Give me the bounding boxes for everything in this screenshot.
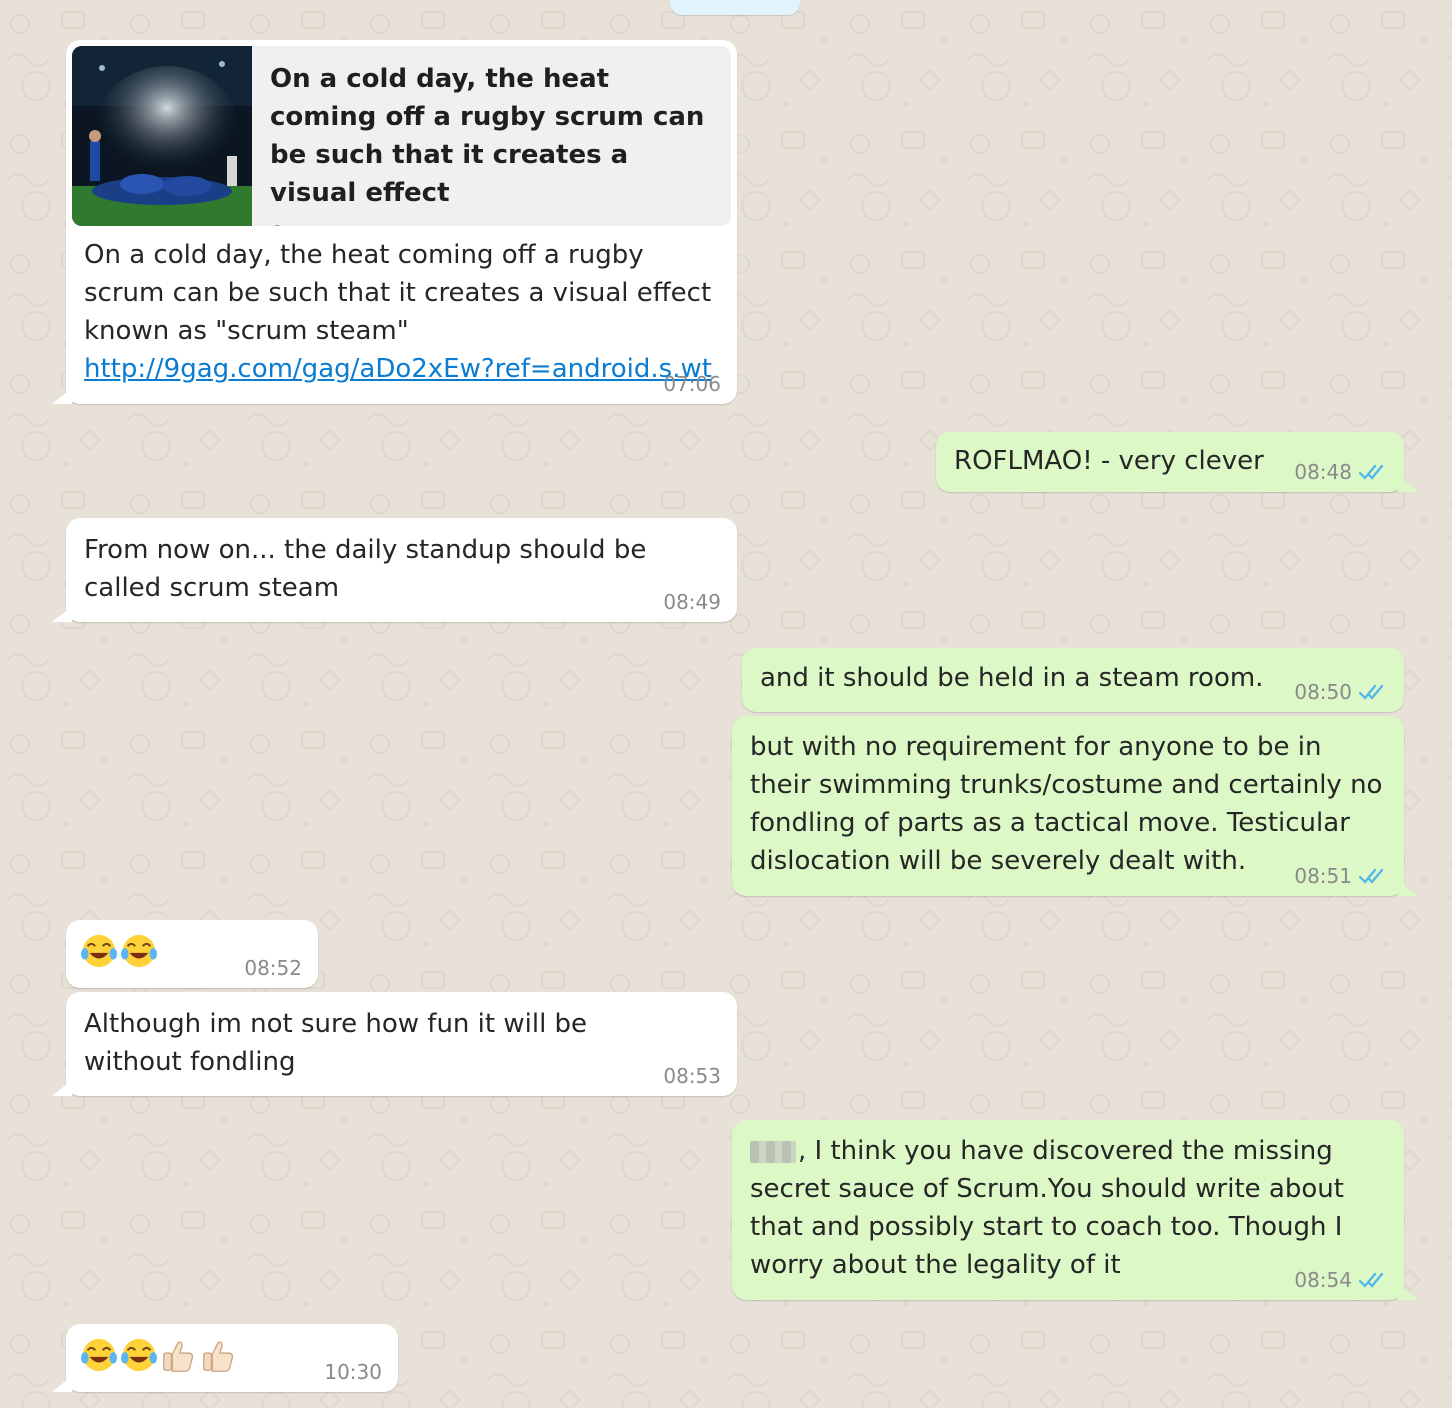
message-meta: 08:48 xyxy=(1294,460,1388,484)
link-preview-thumbnail xyxy=(72,46,252,226)
message-time: 08:51 xyxy=(1294,864,1352,888)
face-with-tears-of-joy-icon xyxy=(80,934,118,968)
incoming-message-emoji[interactable]: 08:52 xyxy=(66,920,318,988)
outgoing-message[interactable]: but with no requirement for anyone to be… xyxy=(732,716,1418,896)
thumbs-up-icon xyxy=(163,1341,194,1372)
message-time: 08:48 xyxy=(1294,460,1352,484)
message-time: 07:06 xyxy=(663,372,721,396)
message-time: 08:50 xyxy=(1294,680,1352,704)
message-time: 10:30 xyxy=(324,1360,382,1384)
outgoing-message[interactable]: ROFLMAO! - very clever 08:48 xyxy=(936,432,1418,492)
message-meta: 08:50 xyxy=(1294,680,1388,704)
message-meta: 08:53 xyxy=(663,1064,721,1088)
message-body: , I think you have discovered the missin… xyxy=(750,1136,1344,1280)
double-check-icon xyxy=(1358,868,1384,884)
chat-window: { "messages": [ { "id": "m1", "preview":… xyxy=(0,0,1452,1408)
thumbs-up-icon xyxy=(203,1341,234,1372)
double-check-icon xyxy=(1358,464,1384,480)
outgoing-message[interactable]: , I think you have discovered the missin… xyxy=(732,1120,1418,1300)
message-time: 08:53 xyxy=(663,1064,721,1088)
message-meta: 08:54 xyxy=(1294,1268,1388,1292)
message-text: , I think you have discovered the missin… xyxy=(732,1120,1404,1284)
message-text: Although im not sure how fun it will be … xyxy=(84,1009,588,1077)
link-preview-title: On a cold day, the heat coming off a rug… xyxy=(270,64,705,208)
incoming-message-link-preview[interactable]: On a cold day, the heat coming off a rug… xyxy=(52,40,737,404)
message-text: From now on... the daily standup should … xyxy=(84,535,647,603)
message-time: 08:54 xyxy=(1294,1268,1352,1292)
double-check-icon xyxy=(1358,1272,1384,1288)
message-meta: 08:49 xyxy=(663,590,721,614)
incoming-message-emoji[interactable]: 10:30 xyxy=(52,1324,398,1392)
message-time: 08:49 xyxy=(663,590,721,614)
message-meta: 08:51 xyxy=(1294,864,1388,888)
redacted-name xyxy=(750,1140,796,1163)
message-meta: 07:06 xyxy=(663,372,721,396)
message-body: On a cold day, the heat coming off a rug… xyxy=(84,240,712,346)
incoming-message[interactable]: Although im not sure how fun it will be … xyxy=(52,992,737,1096)
face-with-tears-of-joy-icon xyxy=(80,1338,118,1372)
message-time: 08:52 xyxy=(244,956,302,980)
face-with-tears-of-joy-icon xyxy=(120,1338,158,1372)
outgoing-message[interactable]: and it should be held in a steam room. 0… xyxy=(742,648,1404,712)
message-link[interactable]: http://9gag.com/gag/aDo2xEw?ref=android.… xyxy=(84,354,712,384)
link-preview-domain: 9gag.com xyxy=(270,216,713,226)
message-meta: 08:52 xyxy=(244,956,302,980)
message-text: On a cold day, the heat coming off a rug… xyxy=(66,226,737,388)
link-preview-card[interactable]: On a cold day, the heat coming off a rug… xyxy=(72,46,731,226)
previous-message-stub xyxy=(670,0,800,15)
message-text: but with no requirement for anyone to be… xyxy=(750,732,1383,876)
incoming-message[interactable]: From now on... the daily standup should … xyxy=(52,518,737,622)
double-check-icon xyxy=(1358,684,1384,700)
face-with-tears-of-joy-icon xyxy=(120,934,158,968)
message-meta: 10:30 xyxy=(324,1360,382,1384)
